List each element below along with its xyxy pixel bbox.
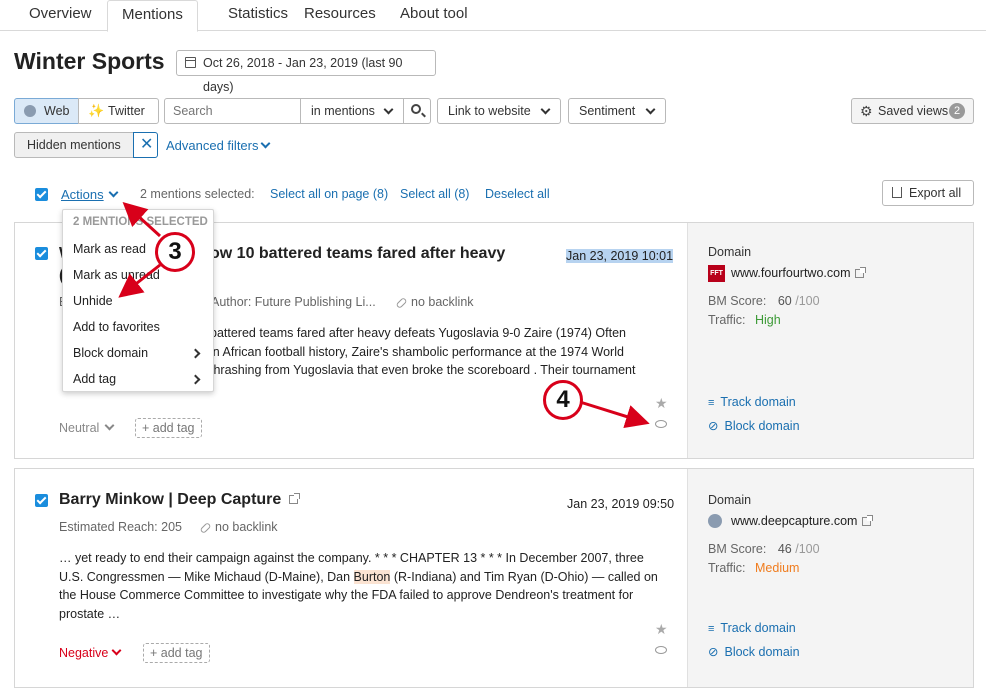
annotation-arrows [118,201,650,429]
arrow-to-actions [122,201,162,238]
arrow-to-unhide [118,263,161,298]
callout-badge: 3 [155,232,195,272]
arrow-to-eye [579,400,650,429]
callout-badge: 4 [543,380,583,420]
